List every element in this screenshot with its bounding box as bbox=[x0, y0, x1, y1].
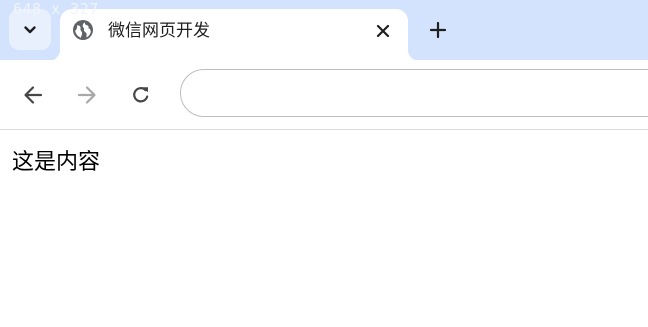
tab-title: 微信网页开发 bbox=[108, 21, 210, 41]
browser-window: 648 x 327 微信网页开发 这是内容 bbox=[0, 0, 648, 327]
size-overlay: 648 x 327 bbox=[13, 0, 99, 18]
new-tab-button[interactable] bbox=[424, 16, 452, 44]
toolbar bbox=[0, 60, 648, 130]
reload-button[interactable] bbox=[127, 81, 155, 109]
tab-close-button[interactable] bbox=[372, 20, 394, 42]
page-body-text: 这是内容 bbox=[12, 150, 101, 175]
tab-active[interactable]: 微信网页开发 bbox=[48, 9, 420, 61]
tab-strip: 648 x 327 微信网页开发 bbox=[0, 0, 648, 61]
globe-icon bbox=[73, 20, 93, 40]
forward-button[interactable] bbox=[73, 81, 101, 109]
chevron-down-icon bbox=[24, 25, 36, 33]
close-icon bbox=[376, 24, 390, 38]
reload-icon bbox=[133, 87, 149, 103]
back-button[interactable] bbox=[19, 81, 47, 109]
page-content: 这是内容 bbox=[0, 130, 648, 327]
arrow-left-icon bbox=[24, 86, 43, 104]
address-input[interactable] bbox=[201, 80, 621, 106]
arrow-right-icon bbox=[77, 86, 96, 104]
plus-icon bbox=[429, 21, 447, 39]
address-bar[interactable] bbox=[180, 69, 648, 117]
